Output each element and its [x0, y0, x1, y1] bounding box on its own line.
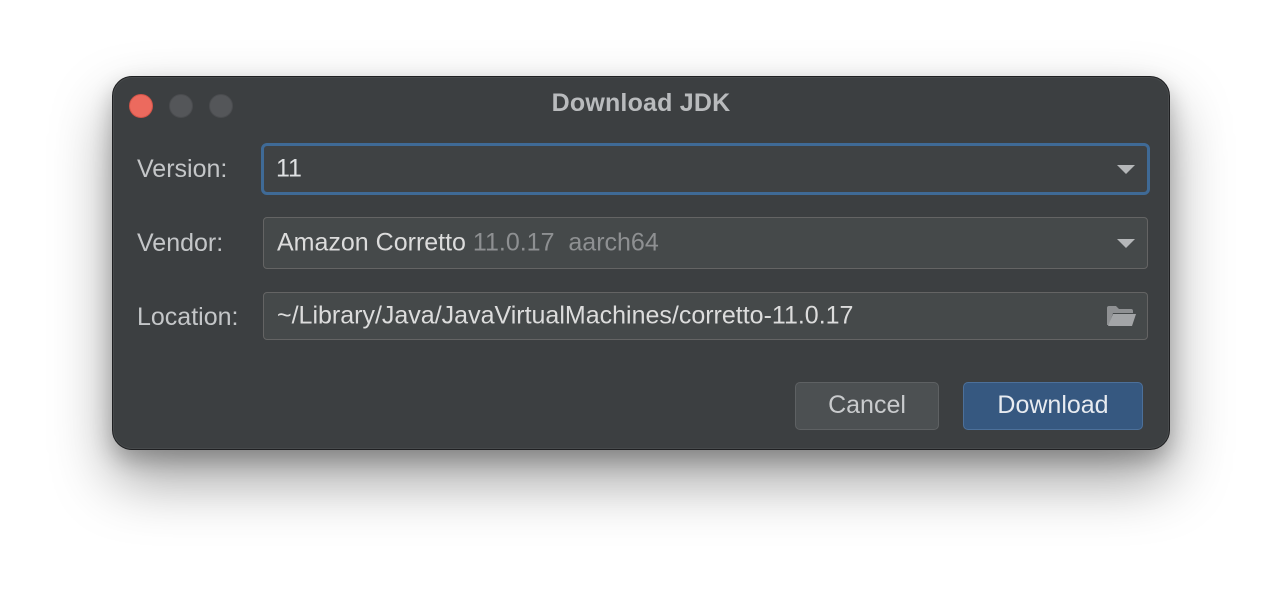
vendor-label: Vendor:: [137, 229, 224, 257]
vendor-value-group: Amazon Corretto 11.0.17 aarch64: [277, 229, 659, 258]
location-field[interactable]: ~/Library/Java/JavaVirtualMachines/corre…: [263, 292, 1148, 340]
dialog-title: Download JDK: [551, 89, 731, 117]
download-jdk-dialog: Download JDK Version: 11 Vendor: Amazon …: [112, 76, 1170, 450]
cancel-button[interactable]: Cancel: [795, 382, 939, 430]
download-button[interactable]: Download: [963, 382, 1143, 430]
location-value[interactable]: ~/Library/Java/JavaVirtualMachines/corre…: [277, 302, 853, 331]
vendor-value: Amazon Corretto: [277, 228, 466, 257]
version-label: Version:: [137, 155, 228, 183]
vendor-dropdown[interactable]: Amazon Corretto 11.0.17 aarch64: [263, 217, 1148, 269]
chevron-down-icon: [1117, 239, 1135, 248]
version-dropdown[interactable]: 11: [261, 143, 1150, 195]
version-value: 11: [276, 154, 302, 183]
folder-icon[interactable]: [1105, 303, 1137, 329]
vendor-version-detail: 11.0.17: [472, 228, 555, 257]
chevron-down-icon: [1117, 165, 1135, 174]
vendor-arch-detail: aarch64: [568, 228, 659, 257]
location-label: Location:: [137, 303, 239, 331]
